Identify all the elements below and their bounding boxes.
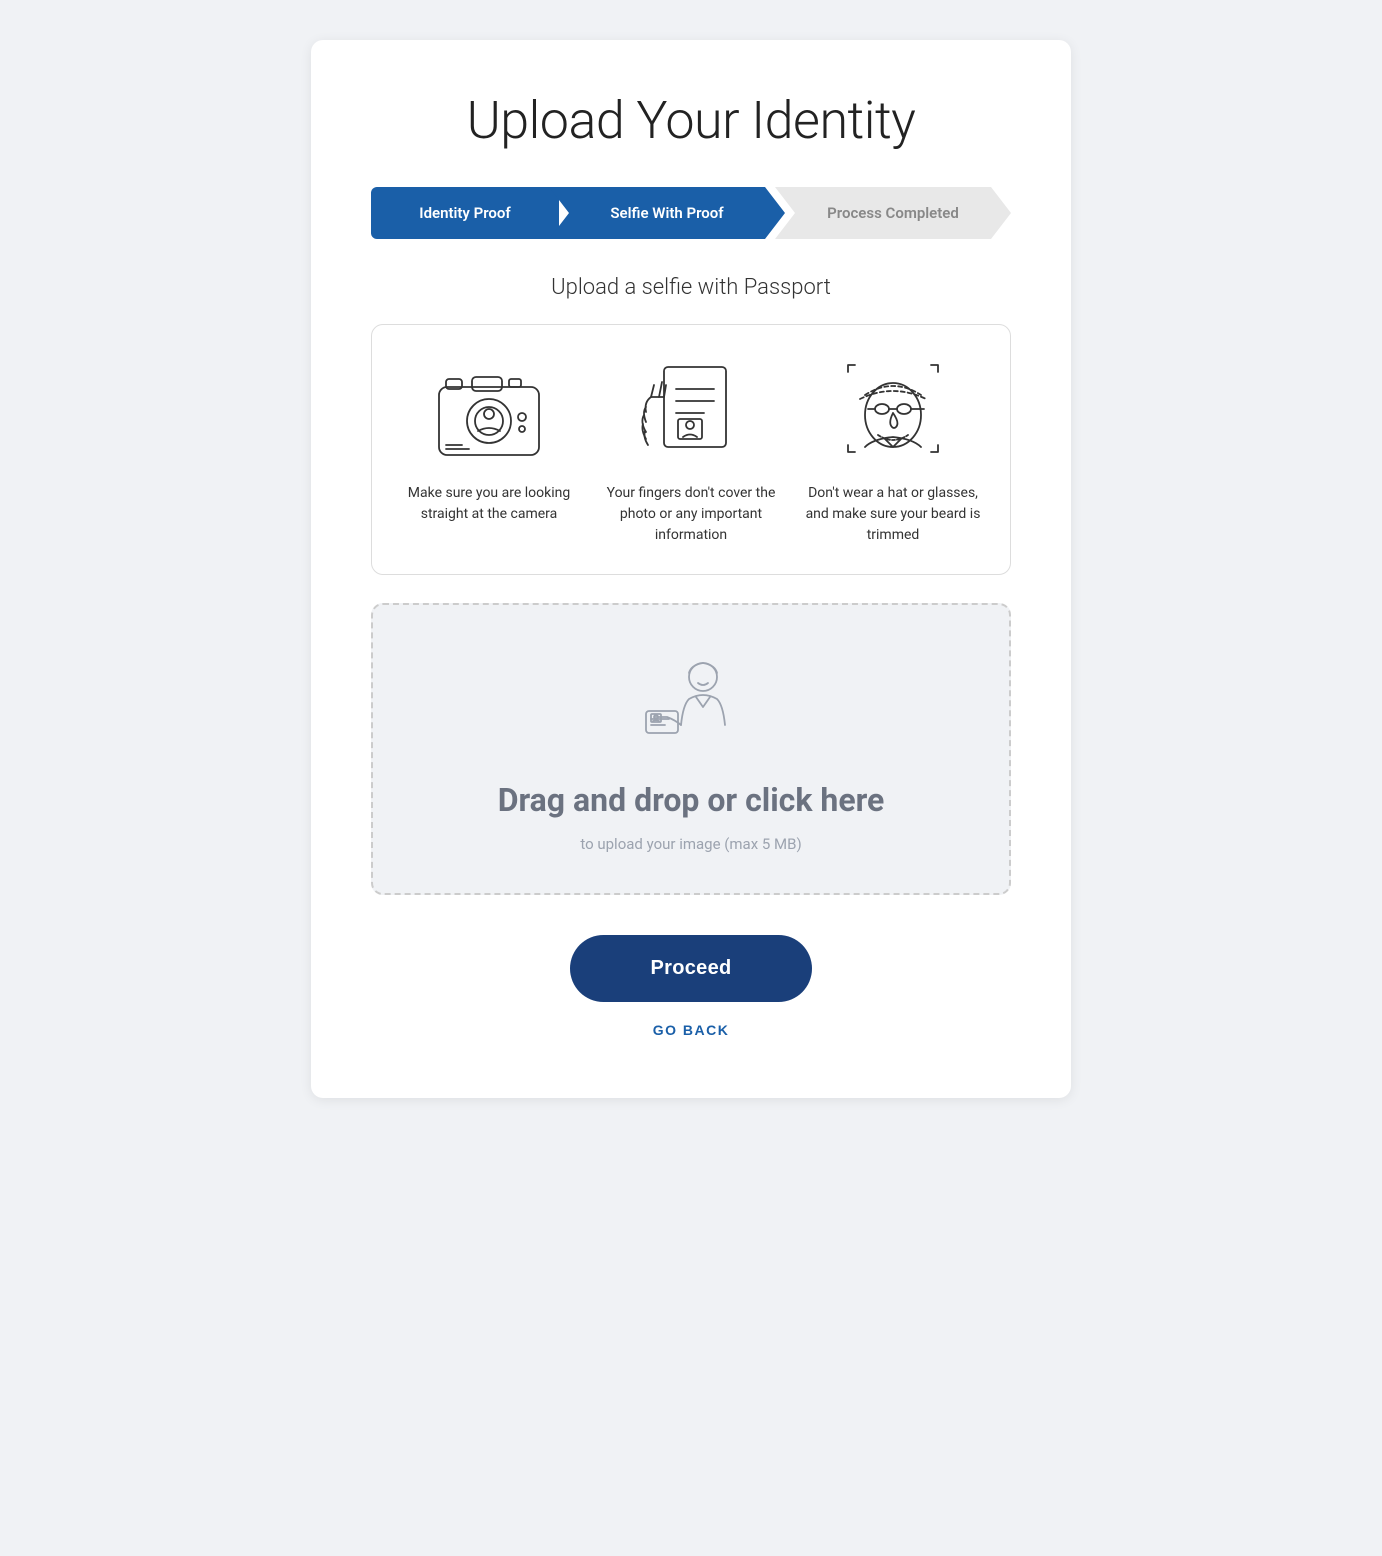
page-title: Upload Your Identity	[371, 90, 1011, 151]
section-subtitle: Upload a selfie with Passport	[371, 275, 1011, 300]
step-selfie-label: Selfie With Proof	[610, 204, 723, 222]
instruction-fingers-text: Your fingers don't cover the photo or an…	[598, 483, 784, 546]
hat-glasses-icon	[828, 357, 958, 467]
instruction-hat-text: Don't wear a hat or glasses, and make su…	[800, 483, 986, 546]
instruction-fingers: Your fingers don't cover the photo or an…	[598, 357, 784, 546]
upload-main-text: Drag and drop or click here	[498, 781, 885, 819]
upload-area[interactable]: Drag and drop or click here to upload yo…	[371, 603, 1011, 895]
fingers-icon	[626, 357, 756, 467]
page-container: Upload Your Identity Identity Proof Self…	[311, 40, 1071, 1098]
step-identity-label: Identity Proof	[419, 204, 510, 222]
stepper: Identity Proof Selfie With Proof Process…	[371, 187, 1011, 239]
instruction-camera-text: Make sure you are looking straight at th…	[396, 483, 582, 525]
proceed-button[interactable]: Proceed	[570, 935, 811, 1002]
step-selfie[interactable]: Selfie With Proof	[549, 187, 785, 239]
upload-sub-text: to upload your image (max 5 MB)	[580, 835, 801, 853]
camera-icon	[424, 357, 554, 467]
instructions-card: Make sure you are looking straight at th…	[371, 324, 1011, 575]
upload-person-icon	[631, 655, 751, 765]
step-identity[interactable]: Identity Proof	[371, 187, 559, 239]
go-back-button[interactable]: GO BACK	[653, 1022, 730, 1038]
step-completed-label: Process Completed	[827, 204, 959, 222]
instruction-camera: Make sure you are looking straight at th…	[396, 357, 582, 546]
step-completed[interactable]: Process Completed	[775, 187, 1011, 239]
instruction-hat: Don't wear a hat or glasses, and make su…	[800, 357, 986, 546]
